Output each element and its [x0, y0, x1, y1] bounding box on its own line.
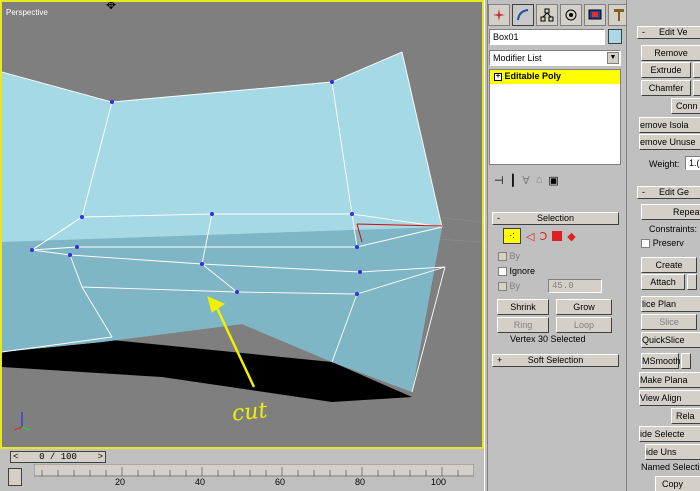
view-align-button[interactable]: View Align — [639, 390, 700, 406]
hide-selected-button[interactable]: ide Selecte — [639, 426, 700, 442]
stack-item-label: Editable Poly — [504, 71, 562, 81]
element-mode-icon[interactable]: ◆ — [567, 230, 575, 243]
tick-label: 60 — [275, 477, 286, 487]
configure-sets-icon[interactable]: ▣ — [548, 174, 558, 187]
time-slider-value: 0 / 100 — [39, 452, 77, 462]
tick-label: 20 — [115, 477, 126, 487]
constraints-label: Constraints: — [649, 224, 698, 234]
vertex-mode-icon[interactable]: ·: — [503, 228, 521, 244]
edit-geometry-title: Edit Ge — [659, 187, 690, 197]
selection-rollout-header[interactable]: - Selection — [492, 212, 619, 225]
motion-icon[interactable] — [560, 4, 582, 26]
timeline-track[interactable] — [34, 464, 474, 478]
by-angle-label: By — [509, 281, 521, 291]
msmooth-button[interactable]: MSmooth — [641, 353, 681, 369]
chevron-down-icon[interactable]: ▼ — [607, 52, 619, 64]
grow-button[interactable]: Grow — [556, 299, 612, 315]
display-icon[interactable] — [584, 4, 606, 26]
copy-button[interactable]: Copy — [655, 476, 700, 491]
edge-mode-icon[interactable]: ◁ — [526, 230, 534, 243]
perspective-viewport[interactable]: Perspective cut ✥ — [0, 0, 484, 449]
attach-button[interactable]: Attach — [641, 274, 685, 290]
modifier-list-dropdown[interactable]: Modifier List ▼ — [489, 50, 621, 66]
tick-label: 40 — [195, 477, 206, 487]
show-end-result-icon[interactable]: ┃ — [510, 174, 517, 187]
chamfer-settings-button[interactable] — [693, 80, 700, 96]
extrude-button[interactable]: Extrude — [641, 62, 691, 78]
soft-selection-title: Soft Selection — [527, 355, 584, 365]
ignore-backfacing-row[interactable]: Ignore — [498, 266, 536, 277]
preserve-uvs-checkbox[interactable] — [641, 238, 650, 248]
selection-status: Vertex 30 Selected — [510, 334, 586, 344]
weight-field[interactable]: 1.( — [685, 156, 700, 170]
by-vertex-row[interactable]: By — [498, 251, 521, 262]
command-panel-tabs — [488, 4, 630, 26]
by-vertex-checkbox[interactable] — [498, 252, 507, 262]
remove-isolated-button[interactable]: emove Isola — [639, 117, 700, 133]
right-rollouts: - Edit Ve Remove Extrude Chamfer Conn emo… — [635, 0, 700, 491]
viewport-label[interactable]: Perspective — [6, 8, 48, 17]
key-filter-icon[interactable] — [8, 468, 22, 486]
tick-label: 80 — [355, 477, 366, 487]
stack-toolbar: ⊣ ┃ ∀ ⌂ ▣ — [494, 174, 559, 187]
remove-button[interactable]: Remove — [641, 45, 700, 61]
relax-button[interactable]: Rela — [671, 408, 700, 424]
named-selections-label: Named Selecti — [641, 462, 700, 472]
msmooth-settings-button[interactable] — [681, 353, 691, 369]
chamfer-button[interactable]: Chamfer — [641, 80, 691, 96]
object-color-swatch[interactable] — [608, 29, 622, 44]
loop-button[interactable]: Loop — [556, 317, 612, 333]
polygon-mode-icon[interactable] — [552, 231, 563, 241]
pin-stack-icon[interactable]: ⊣ — [494, 174, 504, 187]
create-button[interactable]: Create — [641, 257, 697, 273]
by-angle-checkbox[interactable] — [498, 282, 507, 292]
object-name-field[interactable]: Box01 — [489, 29, 605, 45]
edit-vertices-title: Edit Ve — [659, 27, 688, 37]
hierarchy-icon[interactable] — [536, 4, 558, 26]
create-icon[interactable] — [488, 4, 510, 26]
cut-annotation: cut — [230, 398, 269, 427]
modifier-stack[interactable]: + Editable Poly — [489, 69, 621, 165]
modifier-list-label: Modifier List — [493, 53, 542, 63]
selection-title: Selection — [536, 213, 575, 223]
subobject-toolbar: ·: ◁ Ↄ ◆ — [503, 228, 576, 244]
weight-label: Weight: — [649, 159, 680, 169]
slice-button[interactable]: Slice — [641, 314, 697, 330]
viewport-separator[interactable] — [484, 0, 488, 491]
remove-modifier-icon[interactable]: ⌂ — [536, 174, 543, 187]
angle-spinner[interactable]: 45.0 — [548, 279, 602, 293]
soft-selection-rollout-header[interactable]: + Soft Selection — [492, 354, 619, 367]
edit-vertices-header[interactable]: - Edit Ve — [637, 26, 700, 39]
edit-geometry-header[interactable]: - Edit Ge — [637, 186, 700, 199]
remove-unused-button[interactable]: emove Unuse — [639, 134, 700, 150]
viewport-scene — [2, 51, 482, 431]
expand-icon[interactable]: + — [494, 72, 502, 81]
make-unique-icon[interactable]: ∀ — [522, 174, 530, 187]
axis-tripod — [13, 412, 31, 431]
preserve-uvs-label: Preserv — [652, 238, 684, 248]
attach-list-button[interactable] — [687, 274, 697, 290]
mesh-top — [2, 52, 442, 242]
quickslice-button[interactable]: QuickSlice — [641, 332, 700, 348]
connect-button[interactable]: Conn — [671, 98, 700, 114]
command-panel-scrollbar[interactable] — [626, 0, 634, 491]
ignore-backfacing-checkbox[interactable] — [498, 267, 507, 277]
stack-item-editable-poly[interactable]: + Editable Poly — [490, 70, 620, 84]
make-planar-button[interactable]: Make Plana — [639, 372, 700, 388]
repeat-last-button[interactable]: Repeat — [641, 204, 700, 220]
time-slider[interactable]: < 0 / 100 > — [10, 451, 106, 463]
modify-icon[interactable] — [512, 4, 534, 26]
shrink-button[interactable]: Shrink — [497, 299, 549, 315]
preserve-uvs-row[interactable]: Preserv — [641, 238, 684, 249]
slice-plane-button[interactable]: lice Plan — [641, 296, 700, 312]
tick-label: 100 — [431, 477, 447, 487]
border-mode-icon[interactable]: Ↄ — [539, 230, 547, 243]
ring-button[interactable]: Ring — [497, 317, 549, 333]
cursor-icon: ✥ — [106, 0, 117, 12]
ignore-backfacing-label: Ignore — [509, 266, 536, 276]
by-angle-row[interactable]: By — [498, 281, 521, 292]
by-vertex-label: By — [509, 251, 521, 261]
hide-unselected-button[interactable]: ide Uns — [645, 444, 700, 460]
extrude-settings-button[interactable] — [693, 62, 700, 78]
